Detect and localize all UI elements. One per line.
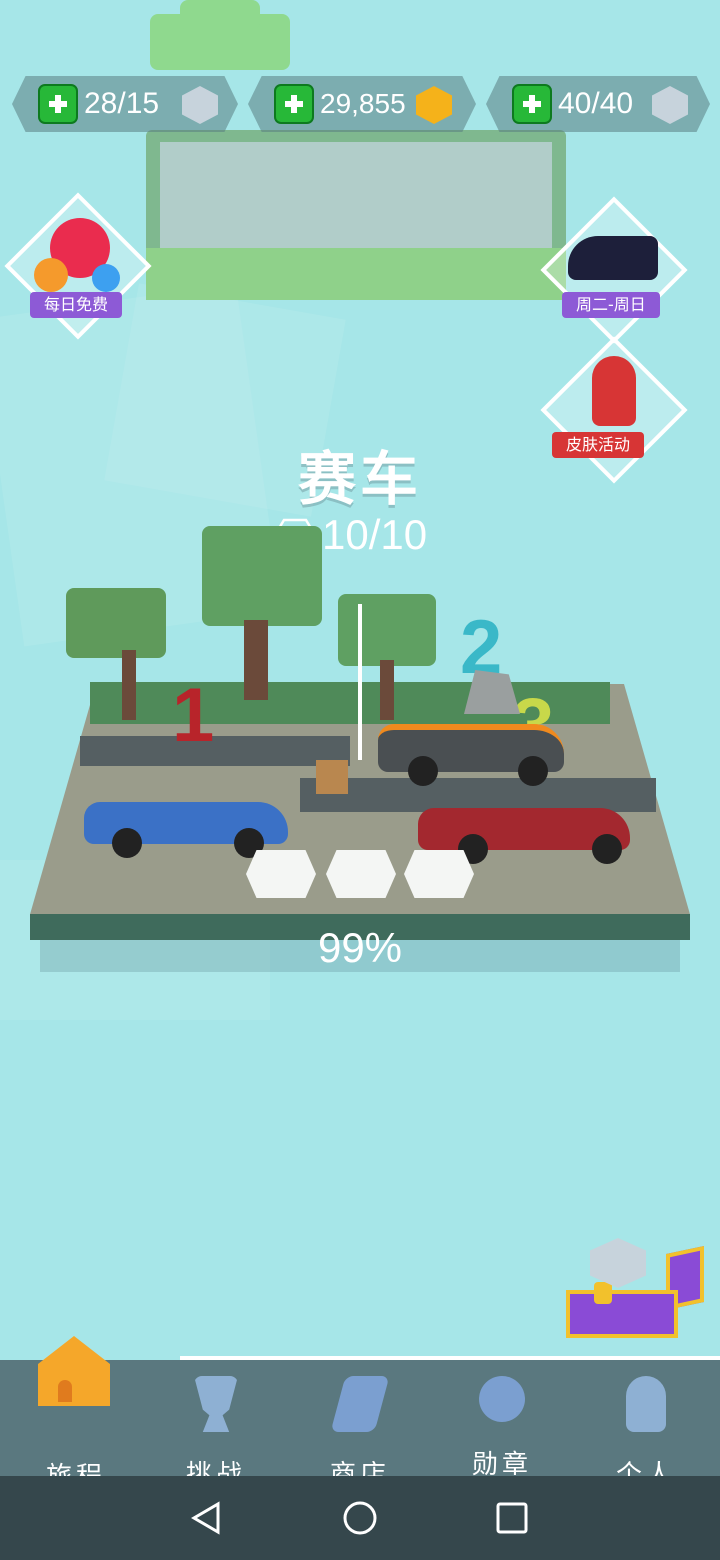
shop-icon: [330, 1376, 390, 1432]
garden-scenery: [146, 130, 566, 300]
stone-cube-icon: [590, 1238, 646, 1288]
home-icon[interactable]: [38, 1336, 110, 1406]
back-icon[interactable]: [188, 1500, 224, 1536]
empty-slot[interactable]: [404, 850, 474, 898]
gem-icon: [34, 258, 68, 292]
car-red[interactable]: [418, 808, 630, 864]
weekly-event-label[interactable]: 周二-周日: [562, 292, 660, 318]
daily-free-label[interactable]: 每日免费: [30, 292, 123, 318]
car-orange[interactable]: [378, 724, 564, 786]
resource-stone[interactable]: 28/15: [12, 76, 238, 132]
piano-icon: [568, 236, 658, 280]
nav-shop[interactable]: 商店: [300, 1372, 420, 1490]
trophy-icon: [194, 1376, 238, 1432]
completion-percent: 99%: [317, 924, 403, 971]
medal-icon: [479, 1376, 525, 1422]
chest-body: [566, 1290, 678, 1338]
level-title: 赛车: [297, 445, 422, 513]
wooden-box[interactable]: [316, 760, 348, 794]
empty-slot[interactable]: [326, 850, 396, 898]
recents-icon[interactable]: [494, 1500, 530, 1536]
nav-profile[interactable]: 个人: [586, 1372, 706, 1490]
gold-cube-icon: [416, 86, 452, 124]
numeral-one: 1: [172, 673, 215, 758]
tree-trunk: [244, 620, 268, 700]
placement-pole: [358, 604, 362, 760]
car-blue[interactable]: [84, 802, 288, 858]
add-icon[interactable]: [512, 84, 552, 124]
nav-medal[interactable]: 勋章: [442, 1372, 562, 1480]
road: [80, 736, 350, 766]
nav-challenge[interactable]: 挑战: [156, 1372, 276, 1490]
home-circle-icon[interactable]: [342, 1500, 378, 1536]
tree-icon: [338, 594, 436, 666]
resource-hearts[interactable]: 40/40: [486, 76, 710, 132]
add-icon[interactable]: [274, 84, 314, 124]
empty-slot[interactable]: [246, 850, 316, 898]
stone-cube-icon: [182, 86, 218, 124]
nav-edge: [180, 1356, 720, 1360]
road: [300, 778, 656, 812]
profile-icon: [626, 1376, 666, 1432]
jester-icon: [592, 356, 636, 426]
tree-trunk: [122, 650, 136, 720]
gem-count: 10/10: [322, 511, 428, 558]
treasure-chest[interactable]: [566, 1238, 708, 1342]
stone-count: 28/15: [84, 87, 160, 120]
hearts-count: 40/40: [558, 87, 634, 120]
home-door: [58, 1380, 72, 1402]
resource-gold[interactable]: 29,855: [248, 76, 476, 132]
lock-icon: [594, 1282, 612, 1304]
add-icon[interactable]: [38, 84, 78, 124]
tree-icon: [202, 526, 322, 626]
tree-icon: [180, 0, 260, 30]
heart-cube-icon: [652, 86, 688, 124]
tree-trunk: [380, 660, 394, 720]
tree-icon: [66, 588, 166, 658]
gold-count: 29,855: [320, 88, 406, 119]
gem-icon: [92, 264, 120, 292]
